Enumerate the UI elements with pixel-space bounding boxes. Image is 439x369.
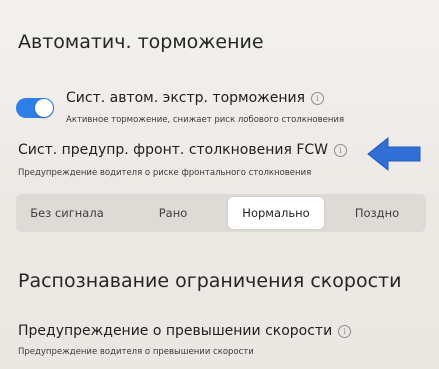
segment-option-normal[interactable]: Нормально bbox=[228, 197, 324, 229]
info-icon[interactable]: i bbox=[334, 144, 348, 157]
toggle-knob bbox=[35, 99, 53, 117]
segment-option-early[interactable]: Рано bbox=[126, 194, 220, 232]
segment-option-no-signal[interactable]: Без сигнала bbox=[16, 194, 118, 232]
info-icon[interactable]: i bbox=[311, 92, 325, 105]
fcw-setting-label: Сист. предупр. фронт. столкновения FCW i bbox=[18, 142, 348, 158]
fcw-description: Предупреждение водителя о риске фронталь… bbox=[18, 168, 312, 178]
arrow-left-icon bbox=[367, 136, 421, 172]
fcw-label-text: Сист. предупр. фронт. столкновения FCW bbox=[18, 142, 329, 158]
fcw-sensitivity-selector: Без сигнала Рано Нормально Поздно bbox=[16, 194, 426, 232]
aeb-toggle[interactable] bbox=[16, 98, 54, 118]
aeb-description: Активное торможение, снижает риск лобово… bbox=[66, 115, 345, 125]
overspeed-setting-label: Предупреждение о превышении скорости i bbox=[18, 323, 352, 339]
overspeed-label-text: Предупреждение о превышении скорости bbox=[18, 323, 333, 339]
aeb-label-text: Сист. автом. экстр. торможения bbox=[66, 90, 306, 106]
section-title-auto-braking: Автоматич. торможение bbox=[18, 31, 264, 53]
aeb-setting-label: Сист. автом. экстр. торможения i bbox=[66, 90, 325, 106]
info-icon[interactable]: i bbox=[338, 325, 352, 338]
overspeed-description: Предупреждение водителя о превышении ско… bbox=[18, 347, 254, 357]
segment-option-late[interactable]: Поздно bbox=[330, 194, 424, 232]
settings-page: Автоматич. торможение Сист. автом. экстр… bbox=[0, 0, 439, 369]
section-title-speed-limit: Распознавание ограничения скорости bbox=[18, 270, 402, 292]
